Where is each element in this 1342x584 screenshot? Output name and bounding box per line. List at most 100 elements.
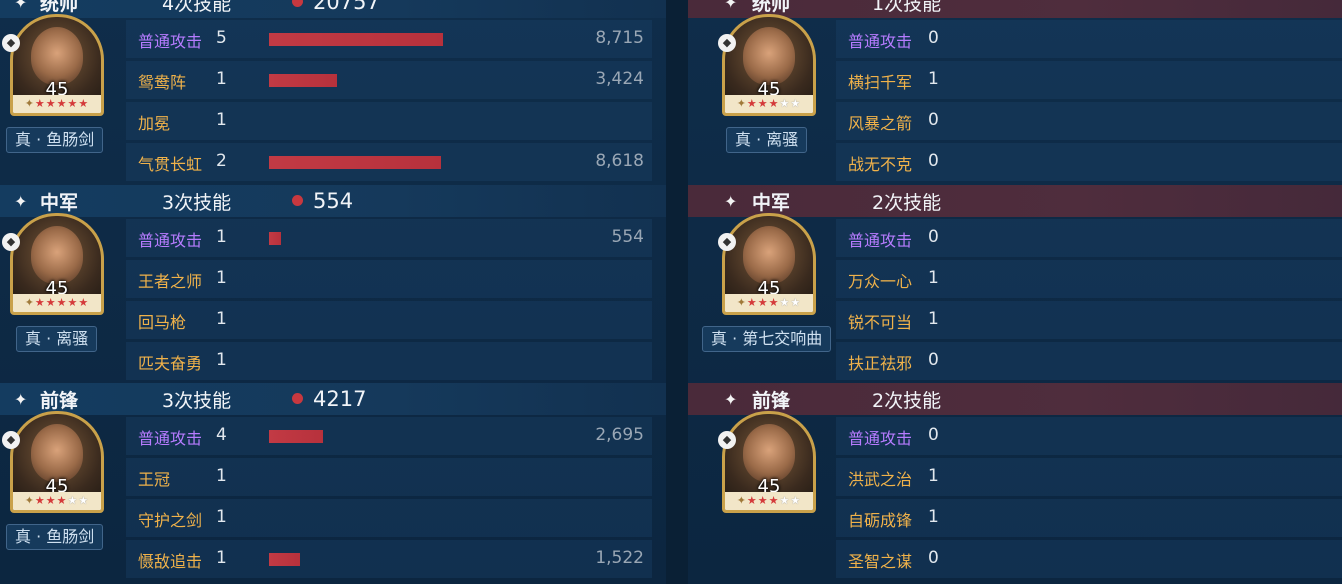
skill-name: 风暴之箭 bbox=[848, 114, 913, 133]
skill-row: 普通攻击 5 8,715 bbox=[126, 20, 652, 58]
skill-count-label: 2次技能 bbox=[872, 191, 942, 214]
skill-cast-count: 1 bbox=[928, 69, 939, 89]
equipment-label[interactable]: 真 · 鱼肠剑 bbox=[6, 127, 104, 153]
skill-row: 普通攻击 1 554 bbox=[126, 219, 652, 257]
equipment-label[interactable]: 真 · 第七交响曲 bbox=[702, 326, 832, 352]
damage-bar bbox=[269, 232, 281, 245]
skill-row: 匹夫奋勇 1 bbox=[126, 342, 652, 380]
troop-type-icon: ◆ bbox=[2, 34, 20, 52]
skill-row: 风暴之箭 0 bbox=[836, 102, 1342, 140]
skill-cast-count: 0 bbox=[928, 28, 939, 48]
skill-name: 普通攻击 bbox=[848, 429, 913, 448]
star-rating: ✦★★★★★ bbox=[13, 492, 101, 510]
skill-row: 守护之剑 1 bbox=[126, 499, 652, 537]
skill-list: 普通攻击 5 8,715 鸳鸯阵 1 3,424 加冕 1 气贯长虹 2 8,618 bbox=[126, 20, 652, 184]
hero-face bbox=[31, 226, 83, 284]
role-label: 中军 bbox=[40, 191, 79, 214]
role-star-icon: ✦ bbox=[724, 0, 738, 12]
skill-count-label: 4次技能 bbox=[162, 0, 232, 15]
skill-list: 普通攻击 1 554 王者之师 1 回马枪 1 匹夫奋勇 1 bbox=[126, 219, 652, 383]
hero-portrait[interactable]: 45 ✦★★★★★ bbox=[10, 14, 104, 116]
unit-section-1: ✦ 中军 2次技能 45 ✦★★★★★ ◆ 真 · 第七交响曲 普通攻击 0 万众一心 1 锐不可当 1… bbox=[688, 185, 1342, 383]
equipment-label[interactable]: 真 · 鱼肠剑 bbox=[6, 524, 104, 550]
troop-type-icon: ◆ bbox=[2, 431, 20, 449]
skill-name: 战无不克 bbox=[848, 155, 913, 174]
role-star-icon: ✦ bbox=[14, 0, 28, 12]
skill-name: 王者之师 bbox=[138, 272, 203, 291]
skill-name: 自砺成锋 bbox=[848, 511, 913, 530]
skill-count-label: 3次技能 bbox=[162, 389, 232, 412]
skill-list: 普通攻击 0 万众一心 1 锐不可当 1 扶正祛邪 0 bbox=[836, 219, 1342, 383]
unit-section-0: ✦ 统帅 4次技能 20757 45 ✦★★★★★ ◆ 真 · 鱼肠剑 普通攻击 5 8,715 鸳鸯… bbox=[0, 0, 666, 184]
skill-damage: 2,695 bbox=[595, 425, 644, 445]
hero-portrait[interactable]: 45 ✦★★★★★ bbox=[722, 14, 816, 116]
hero-portrait[interactable]: 45 ✦★★★★★ bbox=[722, 213, 816, 315]
skill-row: 加冕 1 bbox=[126, 102, 652, 140]
hero-face bbox=[743, 27, 795, 85]
skill-cast-count: 0 bbox=[928, 548, 939, 568]
skill-name: 普通攻击 bbox=[138, 429, 203, 448]
section-header: ✦ 中军 3次技能 554 bbox=[0, 185, 666, 217]
skill-cast-count: 1 bbox=[216, 350, 227, 370]
skill-name: 圣智之谋 bbox=[848, 552, 913, 571]
skill-cast-count: 4 bbox=[216, 425, 227, 445]
skill-cast-count: 1 bbox=[216, 507, 227, 527]
skill-count-label: 2次技能 bbox=[872, 389, 942, 412]
skill-row: 回马枪 1 bbox=[126, 301, 652, 339]
skill-name: 普通攻击 bbox=[138, 231, 203, 250]
hero-face bbox=[743, 424, 795, 482]
skill-name: 守护之剑 bbox=[138, 511, 203, 530]
skill-cast-count: 1 bbox=[216, 309, 227, 329]
skill-damage: 554 bbox=[611, 227, 644, 247]
skill-name: 普通攻击 bbox=[848, 32, 913, 51]
star-rating: ✦★★★★★ bbox=[725, 294, 813, 312]
skill-damage: 8,618 bbox=[595, 151, 644, 171]
right-team-panel: ✦ 统帅 1次技能 45 ✦★★★★★ ◆ 真 · 离骚 普通攻击 0 横扫千军 1 风暴之箭 0 战无不… bbox=[688, 0, 1342, 584]
equipment-label[interactable]: 真 · 离骚 bbox=[16, 326, 98, 352]
role-star-icon: ✦ bbox=[724, 389, 738, 409]
skill-name: 普通攻击 bbox=[848, 231, 913, 250]
skill-name: 普通攻击 bbox=[138, 32, 203, 51]
skill-cast-count: 1 bbox=[216, 548, 227, 568]
role-label: 前锋 bbox=[40, 389, 79, 412]
skill-row: 锐不可当 1 bbox=[836, 301, 1342, 339]
role-star-icon: ✦ bbox=[724, 191, 738, 211]
hero-face bbox=[31, 424, 83, 482]
skill-row: 战无不克 0 bbox=[836, 143, 1342, 181]
troop-type-icon: ◆ bbox=[718, 233, 736, 251]
skill-name: 加冕 bbox=[138, 114, 171, 133]
star-rating: ✦★★★★★ bbox=[725, 95, 813, 113]
left-team-panel: ✦ 统帅 4次技能 20757 45 ✦★★★★★ ◆ 真 · 鱼肠剑 普通攻击 5 8,715 鸳鸯… bbox=[0, 0, 666, 584]
hero-portrait[interactable]: 45 ✦★★★★★ bbox=[10, 213, 104, 315]
troop-type-icon: ◆ bbox=[2, 233, 20, 251]
skill-row: 普通攻击 0 bbox=[836, 219, 1342, 257]
damage-dot-icon bbox=[292, 0, 303, 7]
skill-cast-count: 1 bbox=[216, 110, 227, 130]
skill-name: 鸳鸯阵 bbox=[138, 73, 187, 92]
skill-row: 普通攻击 4 2,695 bbox=[126, 417, 652, 455]
unit-section-1: ✦ 中军 3次技能 554 45 ✦★★★★★ ◆ 真 · 离骚 普通攻击 1 554 王者之师 1 回马… bbox=[0, 185, 666, 383]
panel-divider bbox=[666, 0, 688, 584]
skill-cast-count: 1 bbox=[216, 69, 227, 89]
damage-bar bbox=[269, 74, 337, 87]
equipment-label[interactable]: 真 · 离骚 bbox=[726, 127, 808, 153]
skill-row: 普通攻击 0 bbox=[836, 20, 1342, 58]
role-star-icon: ✦ bbox=[14, 389, 28, 409]
damage-dot-icon bbox=[292, 393, 303, 404]
hero-portrait[interactable]: 45 ✦★★★★★ bbox=[10, 411, 104, 513]
damage-bar bbox=[269, 553, 300, 566]
hero-portrait[interactable]: 45 ✦★★★★★ bbox=[722, 411, 816, 513]
star-rating: ✦★★★★★ bbox=[725, 492, 813, 510]
total-damage: 554 bbox=[313, 189, 354, 213]
damage-dot-icon bbox=[292, 195, 303, 206]
skill-cast-count: 1 bbox=[928, 507, 939, 527]
skill-name: 洪武之治 bbox=[848, 470, 913, 489]
skill-name: 锐不可当 bbox=[848, 313, 913, 332]
skill-name: 匹夫奋勇 bbox=[138, 354, 203, 373]
damage-bar bbox=[269, 33, 443, 46]
skill-cast-count: 0 bbox=[928, 151, 939, 171]
role-label: 中军 bbox=[752, 191, 791, 214]
skill-count-label: 3次技能 bbox=[162, 191, 232, 214]
section-header: ✦ 统帅 4次技能 20757 bbox=[0, 0, 666, 18]
hero-face bbox=[743, 226, 795, 284]
